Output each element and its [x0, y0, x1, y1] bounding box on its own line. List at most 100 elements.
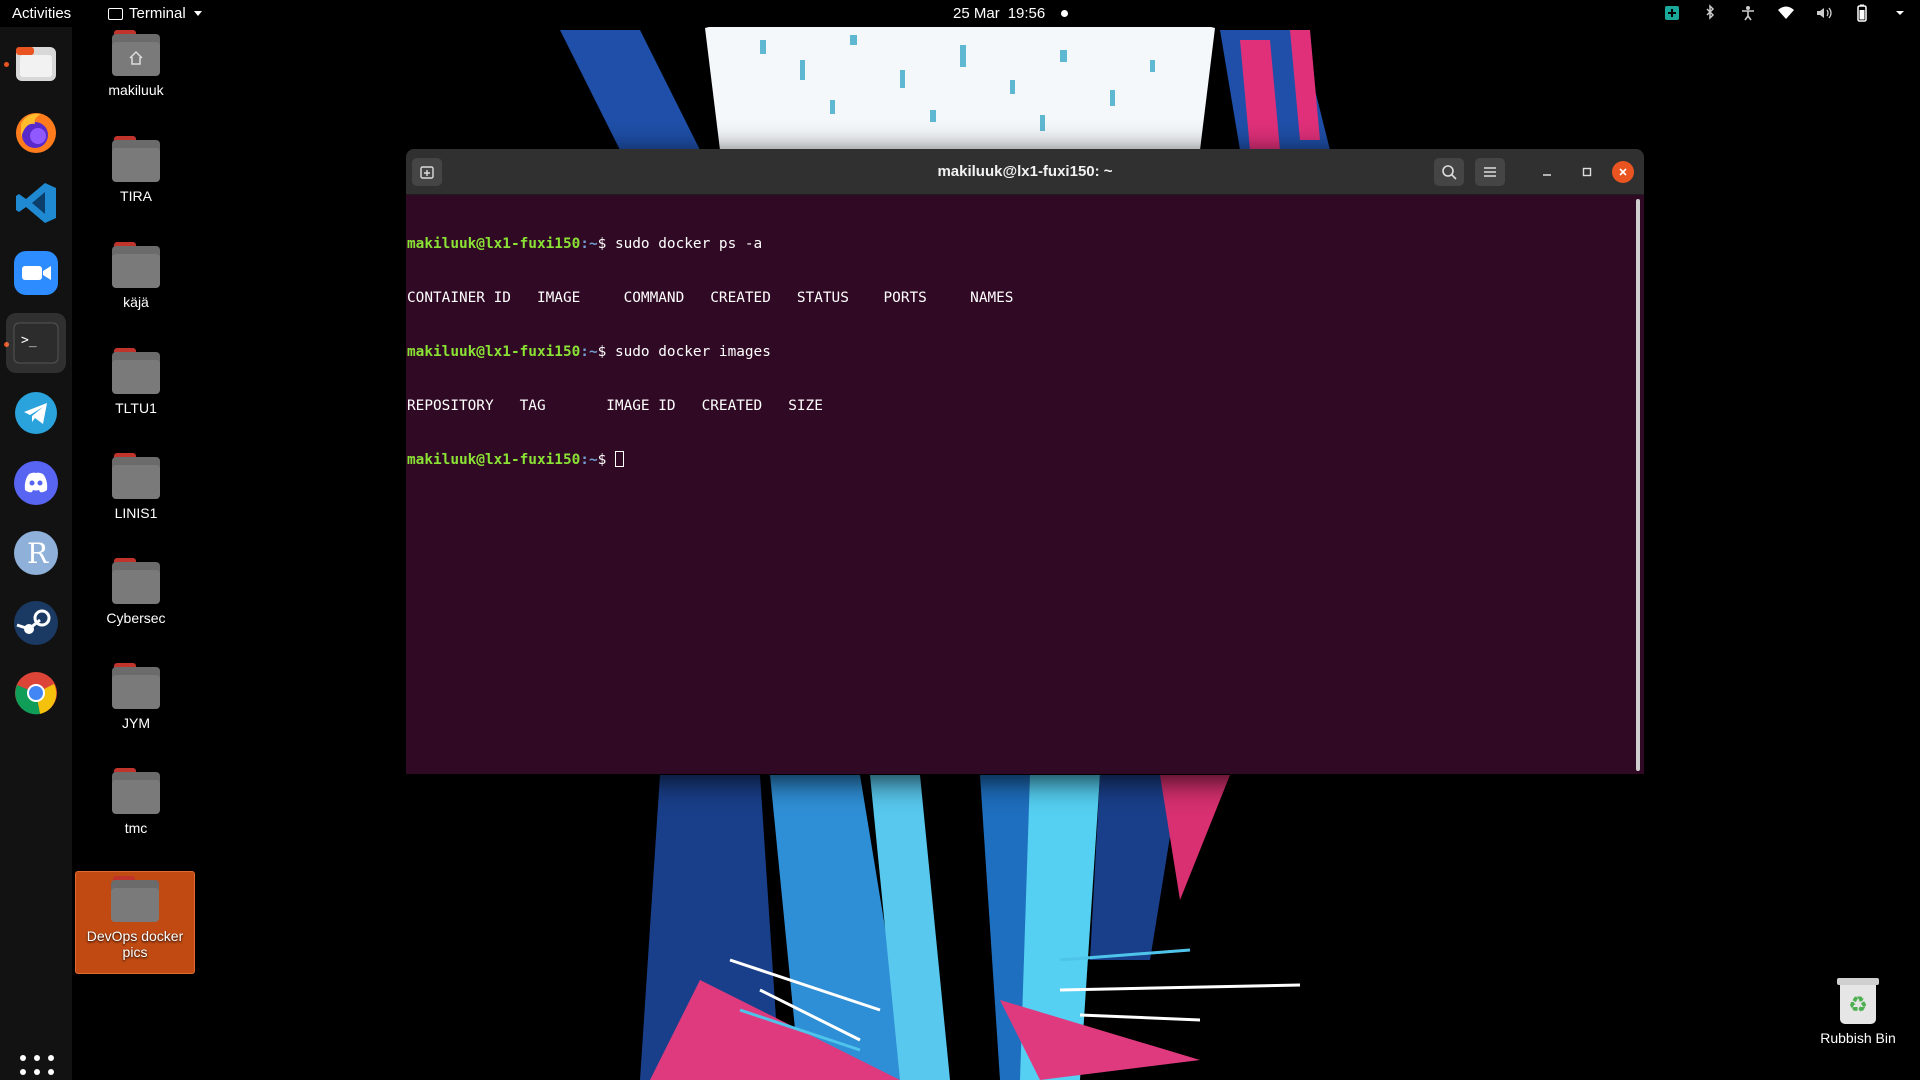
system-menu-caret-icon[interactable] — [1890, 3, 1910, 23]
dock-firefox[interactable] — [6, 103, 66, 163]
r-icon: R — [14, 531, 58, 575]
clock-time: 19:56 — [1007, 5, 1046, 22]
notification-dot-icon — [1061, 10, 1069, 17]
activities-button[interactable]: Activities — [12, 5, 71, 22]
dock-vscode[interactable] — [6, 173, 66, 233]
desktop-icon-label: käjä — [123, 294, 149, 310]
desktop-icon-cybersec[interactable]: Cybersec — [76, 558, 196, 626]
prompt-path: :~ — [580, 452, 598, 468]
prompt-path: :~ — [580, 344, 598, 360]
desktop-icon-label: DevOps docker pics — [86, 928, 184, 960]
desktop-icon-label: TLTU1 — [115, 400, 157, 416]
text-cursor — [614, 451, 624, 467]
terminal-small-icon — [108, 7, 123, 20]
terminal-line: makiluuk@lx1-fuxi150:~$ sudo docker imag… — [407, 343, 1644, 361]
command-text: sudo docker images — [614, 344, 771, 360]
accessibility-icon[interactable] — [1738, 3, 1758, 23]
desktop-icon-makiluuk[interactable]: makiluuk — [76, 30, 196, 98]
hamburger-menu-icon — [1484, 167, 1496, 177]
wifi-icon[interactable] — [1776, 3, 1796, 23]
prompt-user: makiluuk@lx1-fuxi150 — [407, 344, 581, 360]
folder-icon — [111, 876, 159, 922]
volume-icon[interactable] — [1814, 3, 1834, 23]
desktop-icon-tmc[interactable]: tmc — [76, 768, 196, 836]
terminal-line: makiluuk@lx1-fuxi150:~$ — [407, 451, 1644, 469]
folder-icon — [112, 558, 160, 604]
dock-zoom[interactable] — [6, 243, 66, 303]
command-text: sudo docker ps -a — [614, 236, 763, 252]
desktop-icon-label: Cybersec — [106, 610, 166, 626]
desktop-icon-kaja[interactable]: käjä — [76, 242, 196, 310]
prompt-user: makiluuk@lx1-fuxi150 — [407, 452, 581, 468]
prompt-symbol: $ — [597, 236, 615, 252]
desktop-icon-rubbish-bin[interactable]: ♻ Rubbish Bin — [1806, 978, 1910, 1046]
show-applications-button[interactable] — [20, 1055, 54, 1080]
dock-r[interactable]: R — [6, 523, 66, 583]
desktop-icon-label: TIRA — [120, 188, 152, 204]
firefox-icon — [16, 113, 56, 153]
minimize-icon — [1543, 174, 1551, 176]
maximize-button[interactable] — [1572, 158, 1602, 186]
desktop-icon-label: makiluuk — [108, 82, 164, 98]
terminal-body[interactable]: makiluuk@lx1-fuxi150:~$ sudo docker ps -… — [406, 195, 1644, 774]
prompt-path: :~ — [580, 236, 598, 252]
bluetooth-icon[interactable] — [1700, 3, 1720, 23]
discord-icon — [14, 461, 58, 505]
clock-date: 25 Mar — [953, 5, 1000, 22]
folder-icon — [112, 242, 160, 288]
dock-files[interactable] — [6, 33, 66, 93]
minimize-button[interactable] — [1532, 158, 1562, 186]
close-icon — [1619, 168, 1627, 176]
folder-icon — [112, 348, 160, 394]
folder-icon — [112, 136, 160, 182]
scrollbar[interactable] — [1636, 199, 1640, 771]
top-bar: Activities Terminal 25 Mar 19:56 — [0, 0, 1920, 27]
desktop-icon-linis1[interactable]: LINIS1 — [76, 453, 196, 521]
battery-icon[interactable] — [1852, 3, 1872, 23]
desktop-icon-label: Rubbish Bin — [1820, 1030, 1896, 1046]
vscode-icon — [16, 183, 56, 223]
maximize-icon — [1582, 167, 1592, 177]
terminal-output-line: CONTAINER ID IMAGE COMMAND CREATED STATU… — [407, 290, 1014, 306]
trash-icon: ♻ — [1837, 978, 1879, 1024]
terminal-line: makiluuk@lx1-fuxi150:~$ sudo docker ps -… — [407, 235, 1644, 253]
telegram-icon — [15, 392, 57, 434]
dock: >_ R — [0, 27, 72, 1080]
dock-discord[interactable] — [6, 453, 66, 513]
terminal-titlebar[interactable]: makiluuk@lx1-fuxi150: ~ — [406, 149, 1644, 195]
dock-chrome[interactable] — [6, 663, 66, 723]
terminal-output-line: REPOSITORY TAG IMAGE ID CREATED SIZE — [407, 398, 823, 414]
close-button[interactable] — [1612, 161, 1634, 183]
folder-icon — [112, 663, 160, 709]
app-menu[interactable]: Terminal — [108, 5, 202, 22]
dock-terminal[interactable]: >_ — [6, 313, 66, 373]
prompt-symbol: $ — [597, 344, 615, 360]
dock-telegram[interactable] — [6, 383, 66, 443]
app-menu-label: Terminal — [129, 5, 186, 22]
menu-button[interactable] — [1475, 158, 1505, 186]
dock-steam[interactable] — [6, 593, 66, 653]
caret-down-icon — [193, 11, 202, 16]
desktop-icon-label: tmc — [124, 820, 148, 836]
desktop-icon-jym[interactable]: JYM — [76, 663, 196, 731]
folder-icon — [112, 453, 160, 499]
terminal-icon-glyph: >_ — [21, 333, 37, 348]
search-icon — [1442, 165, 1457, 180]
desktop-icon-tira[interactable]: TIRA — [76, 136, 196, 204]
search-button[interactable] — [1434, 158, 1464, 186]
desktop-icon-label: JYM — [122, 715, 150, 731]
system-tray[interactable] — [1662, 3, 1910, 23]
folder-icon — [112, 768, 160, 814]
zoom-icon — [14, 251, 58, 295]
terminal-window[interactable]: makiluuk@lx1-fuxi150: ~ makiluuk@lx1-fux… — [406, 149, 1644, 774]
desktop-icon-tltu1[interactable]: TLTU1 — [76, 348, 196, 416]
home-folder-icon — [112, 30, 160, 76]
desktop-icon-label: LINIS1 — [114, 505, 158, 521]
network-manager-icon[interactable] — [1662, 3, 1682, 23]
desktop-icon-devops-docker-pics[interactable]: DevOps docker pics — [75, 871, 195, 974]
files-icon — [16, 47, 56, 81]
chrome-icon — [15, 672, 57, 715]
steam-icon — [14, 601, 58, 645]
clock[interactable]: 25 Mar 19:56 — [953, 5, 1069, 22]
prompt-user: makiluuk@lx1-fuxi150 — [407, 236, 581, 252]
